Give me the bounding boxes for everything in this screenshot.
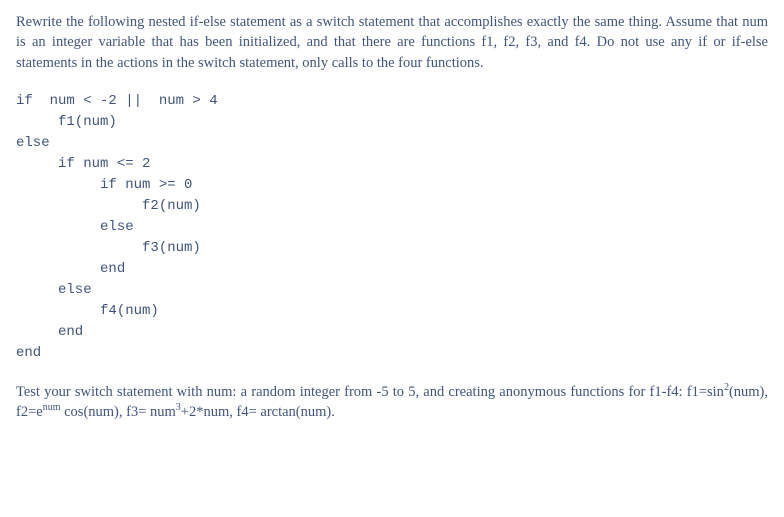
test-instruction: Test your switch statement with num: a r… xyxy=(16,382,768,423)
code-line: f4(num) xyxy=(16,303,159,319)
code-line: else xyxy=(16,219,134,235)
test-text-prefix: Test your switch statement with num: a r… xyxy=(16,384,724,400)
problem-statement-text: Rewrite the following nested if-else sta… xyxy=(16,14,768,71)
code-line: f3(num) xyxy=(16,240,201,256)
code-line: end xyxy=(16,324,83,340)
problem-statement: Rewrite the following nested if-else sta… xyxy=(16,12,768,73)
code-line: if num < -2 || num > 4 xyxy=(16,93,218,109)
test-text-mid2: cos(num), f3= num xyxy=(60,404,175,420)
code-line: end xyxy=(16,345,41,361)
code-line: f1(num) xyxy=(16,114,117,130)
superscript-num: num xyxy=(43,402,61,413)
code-line: f2(num) xyxy=(16,198,201,214)
code-line: end xyxy=(16,261,125,277)
code-line: if num >= 0 xyxy=(16,177,192,193)
code-line: else xyxy=(16,282,92,298)
code-line: if num <= 2 xyxy=(16,156,150,172)
code-block: if num < -2 || num > 4 f1(num) else if n… xyxy=(16,91,768,364)
code-line: else xyxy=(16,135,50,151)
test-text-suffix: +2*num, f4= arctan(num). xyxy=(181,404,335,420)
